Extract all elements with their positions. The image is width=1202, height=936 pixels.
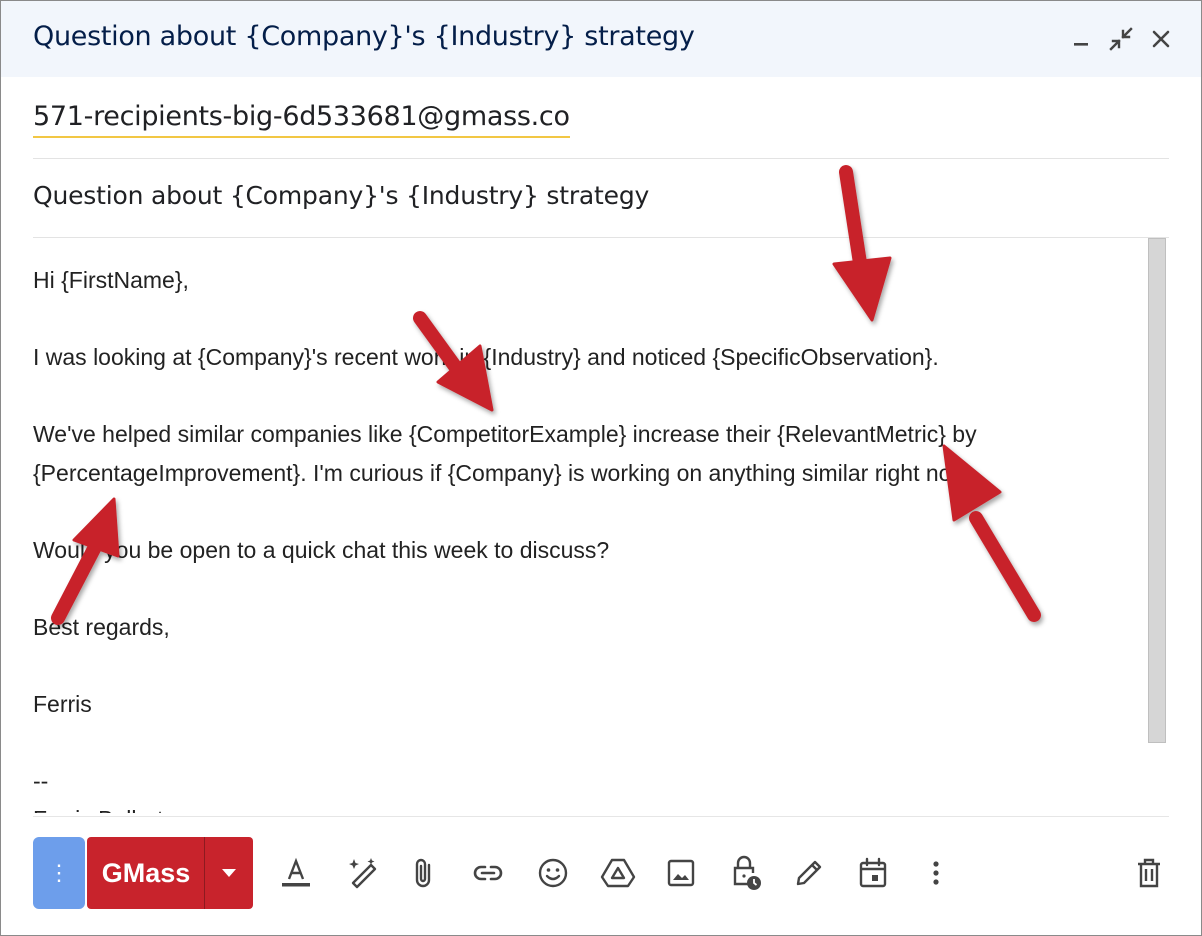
subject-field[interactable]: Question about {Company}'s {Industry} st… bbox=[33, 181, 649, 210]
ai-assist-icon[interactable] bbox=[343, 853, 383, 893]
compose-window: Question about {Company}'s {Industry} st… bbox=[0, 0, 1202, 936]
more-options-button[interactable]: ⋮ bbox=[33, 837, 85, 909]
gmass-label: GMass bbox=[101, 857, 191, 888]
body-line bbox=[33, 377, 1133, 416]
google-drive-icon[interactable] bbox=[598, 853, 638, 893]
body-line: Best regards, bbox=[33, 613, 170, 640]
body-line bbox=[33, 569, 1133, 608]
body-line: Ferris bbox=[33, 690, 92, 717]
more-options-label: ⋮ bbox=[48, 860, 70, 885]
attach-file-icon[interactable] bbox=[403, 853, 443, 893]
body-line: -- bbox=[33, 767, 49, 794]
compose-header: Question about {Company}'s {Industry} st… bbox=[1, 1, 1201, 77]
more-options-icon[interactable] bbox=[916, 853, 956, 893]
body-line: Hi {FirstName}, bbox=[33, 267, 189, 293]
gmass-dropdown-icon[interactable] bbox=[205, 837, 253, 909]
body-line: Ferris Bollert bbox=[33, 800, 1133, 813]
confidential-mode-icon[interactable] bbox=[725, 853, 765, 893]
discard-draft-icon[interactable] bbox=[1129, 853, 1169, 893]
body-line bbox=[33, 723, 1133, 762]
emoji-icon[interactable] bbox=[533, 853, 573, 893]
subject-divider bbox=[33, 237, 1169, 238]
compose-title: Question about {Company}'s {Industry} st… bbox=[33, 21, 695, 52]
close-icon[interactable] bbox=[1145, 23, 1177, 55]
signature-icon[interactable] bbox=[789, 853, 829, 893]
insert-link-icon[interactable] bbox=[468, 853, 508, 893]
recipient-divider bbox=[33, 158, 1169, 159]
exit-fullscreen-icon[interactable] bbox=[1105, 23, 1137, 55]
gmass-button[interactable]: GMass bbox=[87, 837, 253, 909]
body-line bbox=[33, 492, 1133, 531]
recipient-chip[interactable]: 571-recipients-big-6d533681@gmass.co bbox=[33, 101, 570, 138]
message-body[interactable]: Hi {FirstName}, I was looking at {Compan… bbox=[33, 261, 1133, 813]
minimize-icon[interactable] bbox=[1065, 23, 1097, 55]
body-line: Would you be open to a quick chat this w… bbox=[33, 536, 610, 563]
insert-photo-icon[interactable] bbox=[661, 853, 701, 893]
toolbar-divider bbox=[33, 816, 1169, 817]
body-line: I was looking at {Company}'s recent work… bbox=[33, 344, 939, 370]
formatting-options-icon[interactable] bbox=[276, 853, 316, 893]
body-line bbox=[33, 300, 1133, 339]
body-scrollbar[interactable] bbox=[1148, 238, 1166, 743]
body-line: {PercentageImprovement}. I'm curious if … bbox=[33, 459, 974, 486]
schedule-event-icon[interactable] bbox=[853, 853, 893, 893]
body-line bbox=[33, 646, 1133, 685]
body-line: We've helped similar companies like {Com… bbox=[33, 421, 977, 447]
